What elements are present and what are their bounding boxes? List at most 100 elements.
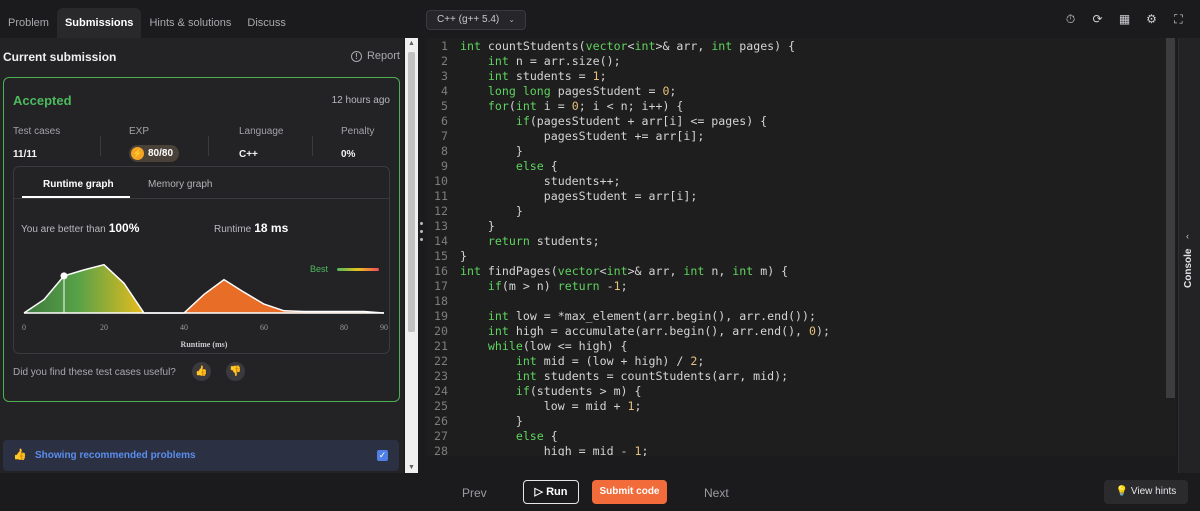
code-line[interactable]: 15} [426, 249, 1166, 264]
console-panel[interactable]: ‹ Console [1178, 38, 1200, 473]
layout-icon[interactable]: ▦ [1117, 12, 1132, 27]
report-button[interactable]: ! Report [350, 50, 400, 62]
line-number: 16 [434, 264, 448, 278]
divider [208, 136, 209, 156]
code-line[interactable]: 16 int findPages(vector<int>& arr, int n,… [426, 264, 1166, 279]
code-line[interactable]: 12 } [426, 204, 1166, 219]
thumbs-down-icon: 👎 [229, 366, 242, 377]
code-text: low = mid + 1; [460, 399, 642, 413]
code-line[interactable]: 11 pagesStudent = arr[i]; [426, 189, 1166, 204]
code-text: } [460, 219, 495, 233]
submission-panel: Current submission ! Report Accepted 12 … [0, 38, 404, 473]
code-text: int students = 1; [487, 69, 607, 83]
code-line[interactable]: 18 [426, 294, 1166, 309]
tab-submissions[interactable]: Submissions [56, 8, 142, 38]
prev-button[interactable]: Prev [462, 486, 487, 500]
x-axis-label: Runtime (ms) [181, 340, 228, 349]
test-cases-value: 11/11 [13, 149, 37, 160]
code-line[interactable]: 7 pagesStudent += arr[i]; [426, 129, 1166, 144]
code-line[interactable]: 23 int students = countStudents(arr, mid… [426, 369, 1166, 384]
code-line[interactable]: 19 int low = *max_element(arr.begin(), a… [426, 309, 1166, 324]
next-button[interactable]: Next [704, 486, 729, 500]
code-line[interactable]: 13 } [426, 219, 1166, 234]
left-panel-scrollbar[interactable]: ▲ ▼ [405, 38, 418, 473]
fullscreen-icon[interactable]: ⛶ [1171, 12, 1186, 27]
runtime-chart: 0 20 40 60 80 90 Runtime (ms) Best [22, 263, 388, 349]
language-select[interactable]: C++ (g++ 5.4) ⌄ [426, 10, 526, 30]
run-button[interactable]: ▷ Run [523, 480, 579, 504]
code-line[interactable]: 26 } [426, 414, 1166, 429]
useful-question: Did you find these test cases useful? [13, 367, 176, 378]
runtime-label: Runtime [214, 224, 252, 235]
chevron-left-icon[interactable]: ‹ [1186, 231, 1189, 241]
code-line[interactable]: 2 int n = arr.size(); [426, 54, 1166, 69]
line-number: 4 [441, 84, 448, 98]
code-text: int n = arr.size(); [487, 54, 621, 68]
code-line[interactable]: 21 while(low <= high) { [426, 339, 1166, 354]
code-line[interactable]: 22 int mid = (low + high) / 2; [426, 354, 1166, 369]
code-line[interactable]: 10 students++; [426, 174, 1166, 189]
code-line[interactable]: 9 else { [426, 159, 1166, 174]
tab-runtime-graph[interactable]: Runtime graph [43, 179, 114, 190]
code-text: long long pagesStudent = 0; [487, 84, 677, 98]
tab-hints-solutions[interactable]: Hints & solutions [141, 8, 239, 38]
divider [312, 136, 313, 156]
line-number: 25 [434, 399, 448, 413]
thumbs-down-button[interactable]: 👎 [226, 362, 245, 381]
code-line[interactable]: 3 int students = 1; [426, 69, 1166, 84]
penalty-label: Penalty [341, 126, 375, 137]
line-number: 26 [434, 414, 448, 428]
code-text: if(students > m) { [515, 384, 642, 398]
code-line[interactable]: 14 return students; [426, 234, 1166, 249]
code-text: } [460, 144, 523, 158]
line-number: 18 [434, 294, 448, 308]
scroll-up-icon[interactable]: ▲ [408, 40, 415, 47]
line-number: 11 [434, 189, 448, 203]
x-tick-label: 80 [340, 323, 348, 332]
code-text: high = mid - 1; [460, 444, 649, 456]
code-text: else { [515, 429, 558, 443]
report-label: Report [366, 50, 400, 62]
code-editor[interactable]: 1 int countStudents(vector<int>& arr, int… [426, 38, 1176, 456]
resize-handle[interactable] [420, 222, 424, 246]
tab-problem[interactable]: Problem [0, 8, 57, 38]
submit-code-button[interactable]: Submit code [592, 480, 667, 504]
code-line[interactable]: 20 int high = accumulate(arr.begin(), ar… [426, 324, 1166, 339]
recommend-checkbox[interactable]: ✓ [377, 450, 388, 461]
x-tick-label: 20 [100, 323, 108, 332]
view-hints-button[interactable]: 💡 View hints [1104, 480, 1188, 504]
legend-best: Best [310, 264, 329, 274]
code-text: if(m > n) return -1; [487, 279, 628, 293]
scroll-thumb[interactable] [408, 52, 415, 332]
timer-icon[interactable]: ⏱ [1063, 12, 1078, 27]
info-icon: ! [350, 50, 362, 62]
line-number: 2 [441, 54, 448, 68]
graph-box: Runtime graph Memory graph You are bette… [13, 166, 390, 354]
scroll-down-icon[interactable]: ▼ [408, 464, 415, 471]
code-line[interactable]: 24 if(students > m) { [426, 384, 1166, 399]
thumbs-up-button[interactable]: 👍 [192, 362, 211, 381]
code-line[interactable]: 5 for(int i = 0; i < n; i++) { [426, 99, 1166, 114]
code-text: else { [515, 159, 558, 173]
tab-memory-graph[interactable]: Memory graph [148, 179, 212, 190]
code-line[interactable]: 25 low = mid + 1; [426, 399, 1166, 414]
lightbulb-icon: 💡 [1115, 486, 1129, 497]
code-line[interactable]: 27 else { [426, 429, 1166, 444]
gear-icon[interactable]: ⚙ [1144, 12, 1159, 27]
code-line[interactable]: 1 int countStudents(vector<int>& arr, int… [426, 39, 1166, 54]
code-line[interactable]: 6 if(pagesStudent + arr[i] <= pages) { [426, 114, 1166, 129]
code-line[interactable]: 17 if(m > n) return -1; [426, 279, 1166, 294]
recommended-problems-bar[interactable]: 👍 Showing recommended problems ✓ [3, 440, 399, 471]
reset-icon[interactable]: ⟳ [1090, 12, 1105, 27]
current-submission-title: Current submission [3, 50, 117, 64]
better-label: You are better than [21, 224, 106, 235]
code-line[interactable]: 28 high = mid - 1; [426, 444, 1166, 456]
code-line[interactable]: 8 } [426, 144, 1166, 159]
penalty-value: 0% [341, 149, 356, 160]
code-line[interactable]: 4 long long pagesStudent = 0; [426, 84, 1166, 99]
play-icon: ▷ [534, 486, 543, 498]
editor-scrollbar[interactable] [1166, 38, 1175, 398]
tab-discuss[interactable]: Discuss [239, 8, 294, 38]
stat-exp: EXP ⚡ 80/80 [129, 126, 180, 162]
line-number: 12 [434, 204, 448, 218]
